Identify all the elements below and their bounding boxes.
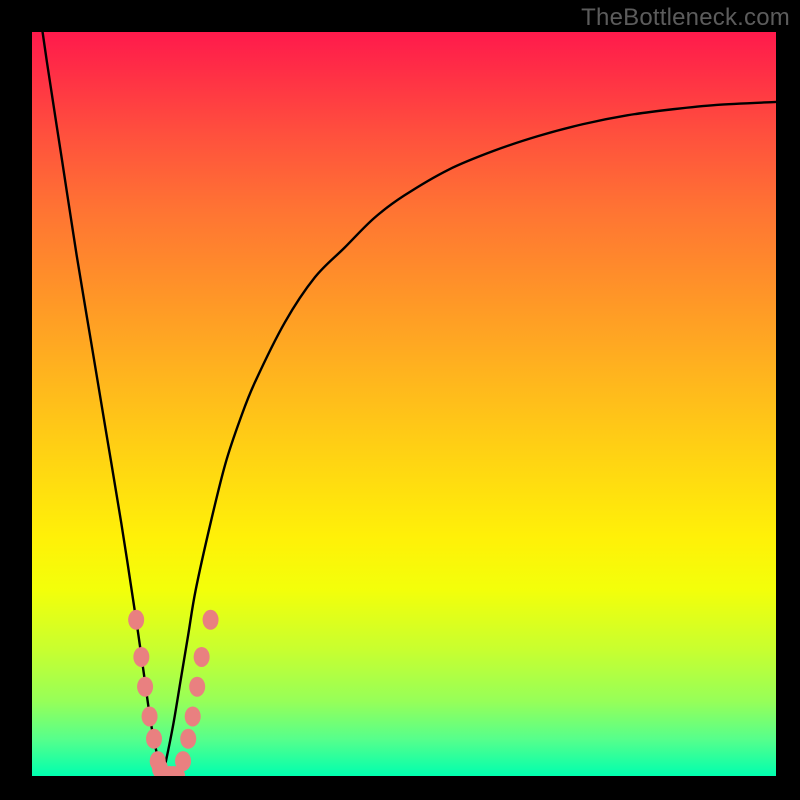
highlight-point	[194, 647, 210, 667]
highlight-markers	[128, 610, 218, 776]
highlight-point	[175, 751, 191, 771]
chart-frame: TheBottleneck.com	[0, 0, 800, 800]
highlight-point	[137, 677, 153, 697]
highlight-point	[189, 677, 205, 697]
highlight-point	[133, 647, 149, 667]
curve-layer	[32, 32, 776, 776]
highlight-point	[203, 610, 219, 630]
highlight-point	[128, 610, 144, 630]
highlight-point	[146, 729, 162, 749]
plot-area	[32, 32, 776, 776]
watermark-text: TheBottleneck.com	[581, 4, 790, 32]
highlight-point	[185, 706, 201, 726]
highlight-point	[180, 729, 196, 749]
highlight-point	[142, 706, 158, 726]
